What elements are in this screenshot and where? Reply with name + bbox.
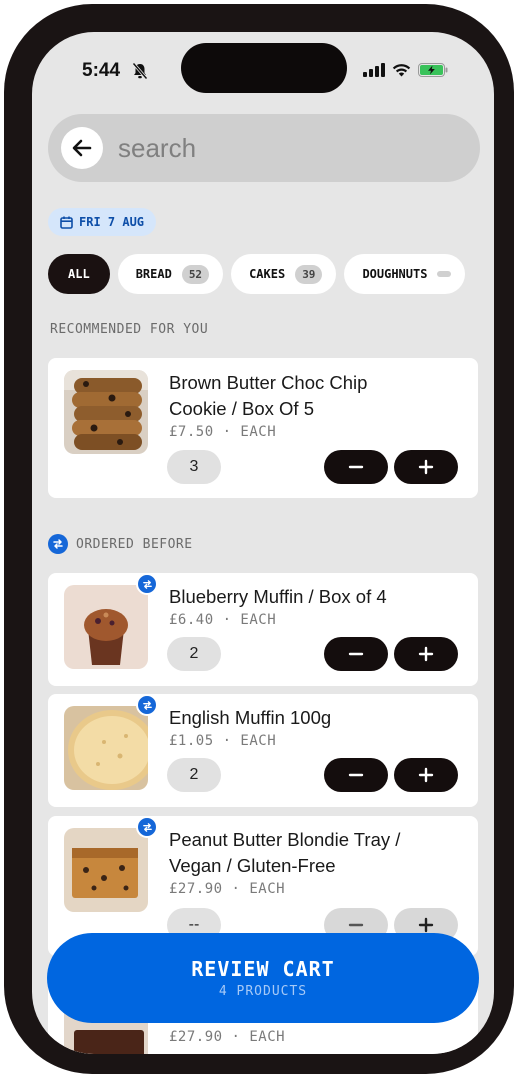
delivery-date-chip[interactable]: FRI 7 AUG (48, 208, 157, 236)
decrease-quantity-button[interactable] (324, 450, 388, 484)
plus-icon (418, 767, 434, 783)
filter-count-badge (437, 271, 452, 277)
section-title-recommended: RECOMMENDED FOR YOU (50, 322, 209, 337)
product-name-line: Cookie / Box Of 5 (169, 398, 314, 419)
plus-icon (418, 646, 434, 662)
product-image-english-muffin (64, 706, 148, 790)
product-name-line: Vegan / Gluten-Free (169, 855, 336, 876)
reorder-badge (136, 694, 158, 716)
filter-chip-label: CAKES (249, 267, 286, 281)
minus-icon (348, 465, 364, 469)
reorder-badge (136, 573, 158, 595)
review-cart-button[interactable]: REVIEW CART 4 PRODUCTS (47, 933, 479, 1023)
app-screen: 5:44 search FRI 7 AUG ALL BREAD 52 CAKES… (32, 32, 494, 1054)
product-price: £27.90 · EACH (169, 881, 286, 897)
filter-chip-label: DOUGHNUTS (362, 267, 428, 281)
battery-charging-icon (418, 63, 448, 77)
category-filters: ALL BREAD 52 CAKES 39 DOUGHNUTS (48, 254, 494, 294)
product-card[interactable]: English Muffin 100g £1.05 · EACH 2 (48, 694, 478, 807)
reorder-badge (136, 816, 158, 838)
bell-muted-icon (132, 62, 148, 80)
decrease-quantity-button[interactable] (324, 758, 388, 792)
product-price: £27.90 · EACH (169, 1029, 286, 1045)
product-name: Brown Butter Choc Chip Cookie / Box Of 5 (169, 370, 367, 422)
swap-icon (142, 700, 152, 710)
product-name-line: Brown Butter Choc Chip (169, 372, 368, 393)
product-image-blondie-tray (64, 828, 148, 912)
filter-chip-doughnuts[interactable]: DOUGHNUTS (344, 254, 466, 294)
product-name: Peanut Butter Blondie Tray / Vegan / Glu… (169, 827, 400, 879)
phone-frame: 5:44 search FRI 7 AUG ALL BREAD 52 CAKES… (4, 4, 514, 1074)
quantity-display[interactable]: 2 (167, 637, 221, 671)
status-time: 5:44 (82, 60, 121, 81)
swap-icon (142, 579, 152, 589)
arrow-left-icon (72, 139, 92, 157)
calendar-icon (60, 216, 73, 229)
filter-count-badge: 52 (181, 264, 210, 284)
filter-chip-all[interactable]: ALL (48, 254, 110, 294)
plus-icon (418, 917, 434, 933)
product-image-blueberry-muffin (64, 585, 148, 669)
product-name: English Muffin 100g (169, 707, 332, 728)
increase-quantity-button[interactable] (394, 450, 458, 484)
increase-quantity-button[interactable] (394, 758, 458, 792)
product-price: £1.05 · EACH (169, 733, 277, 749)
filter-chip-bread[interactable]: BREAD 52 (117, 254, 224, 294)
cart-product-count: 4 PRODUCTS (218, 984, 308, 999)
section-title-ordered-before: ORDERED BEFORE (48, 534, 193, 554)
filter-chip-label: BREAD (135, 267, 172, 281)
product-price: £7.50 · EACH (169, 424, 277, 440)
cellular-signal-icon (363, 63, 385, 77)
wifi-icon (392, 64, 411, 77)
increase-quantity-button[interactable] (394, 637, 458, 671)
search-input[interactable] (118, 128, 458, 168)
swap-icon (48, 534, 68, 554)
product-card[interactable]: Blueberry Muffin / Box of 4 £6.40 · EACH… (48, 573, 478, 686)
back-button[interactable] (61, 127, 103, 169)
status-icons (363, 61, 448, 79)
minus-icon (348, 923, 364, 927)
product-name: Blueberry Muffin / Box of 4 (169, 586, 387, 607)
quantity-display[interactable]: 2 (167, 758, 221, 792)
swap-icon (142, 822, 152, 832)
delivery-date-label: FRI 7 AUG (79, 215, 145, 229)
plus-icon (418, 459, 434, 475)
product-name-line: Peanut Butter Blondie Tray / (169, 829, 401, 850)
filter-count-badge: 39 (295, 264, 323, 284)
product-card[interactable]: Brown Butter Choc Chip Cookie / Box Of 5… (48, 358, 478, 498)
minus-icon (348, 773, 364, 777)
review-cart-label: REVIEW CART (191, 957, 335, 981)
product-image-cookies (64, 370, 148, 454)
filter-chip-cakes[interactable]: CAKES 39 (231, 254, 337, 294)
dynamic-island (181, 43, 347, 93)
minus-icon (348, 652, 364, 656)
quantity-display[interactable]: 3 (167, 450, 221, 484)
search-bar[interactable] (48, 114, 480, 182)
decrease-quantity-button[interactable] (324, 637, 388, 671)
product-price: £6.40 · EACH (169, 612, 277, 628)
filter-chip-label: ALL (68, 267, 90, 281)
section-title-text: ORDERED BEFORE (76, 536, 193, 552)
